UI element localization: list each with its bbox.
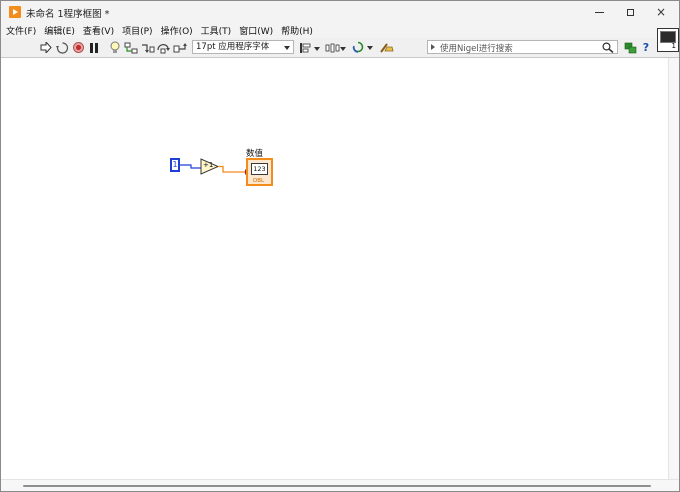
- highlight-execution-icon: [110, 41, 119, 53]
- toolbar: 17pt 应用程序字体 使用Nigel进行搜索 ?: [1, 38, 679, 58]
- highlight-execution-button[interactable]: [108, 41, 121, 54]
- clean-up-diagram-icon: [380, 42, 394, 53]
- distribute-objects-button[interactable]: [325, 41, 347, 54]
- align-objects-icon: [300, 42, 320, 53]
- menu-view[interactable]: 查看(V): [80, 24, 117, 37]
- font-selector[interactable]: 17pt 应用程序字体: [192, 40, 294, 54]
- retain-wire-values-icon: [124, 42, 138, 53]
- menu-help[interactable]: 帮助(H): [278, 24, 316, 37]
- context-help-icon: [624, 42, 636, 53]
- step-out-button[interactable]: [173, 41, 189, 54]
- step-over-icon: [157, 43, 170, 53]
- indicator-datatype: DBL: [253, 178, 265, 184]
- font-selector-value: 17pt 应用程序字体: [196, 42, 270, 52]
- distribute-objects-icon: [325, 43, 346, 52]
- numeric-constant-value: 1: [172, 160, 178, 169]
- help-button[interactable]: ?: [640, 41, 652, 54]
- horizontal-scrollbar[interactable]: [1, 479, 679, 491]
- menu-operate[interactable]: 操作(O): [158, 24, 196, 37]
- pause-icon: [90, 42, 98, 53]
- abort-icon: [73, 42, 84, 53]
- retain-wire-values-button[interactable]: [124, 41, 138, 54]
- menu-file[interactable]: 文件(F): [3, 24, 39, 37]
- title-bar: 未命名 1程序框图 * ×: [1, 1, 679, 23]
- step-into-button[interactable]: [141, 41, 155, 54]
- context-help-window-button[interactable]: [623, 41, 637, 54]
- menu-window[interactable]: 窗口(W): [236, 24, 276, 37]
- indicator-display: 123: [251, 163, 268, 175]
- abort-button[interactable]: [72, 41, 85, 54]
- vertical-scrollbar[interactable]: [668, 58, 679, 479]
- minimize-icon: [594, 11, 604, 13]
- diagram-wires-layer: [180, 158, 248, 175]
- search-placeholder: 使用Nigel进行搜索: [440, 44, 513, 54]
- step-out-icon: [173, 42, 187, 52]
- run-continuously-button[interactable]: [55, 41, 69, 54]
- search-scope-caret-icon: [431, 44, 435, 50]
- clean-up-diagram-button[interactable]: [379, 41, 395, 54]
- maximize-icon: [626, 8, 634, 16]
- menu-edit[interactable]: 编辑(E): [41, 24, 78, 37]
- chevron-down-icon: [284, 46, 290, 50]
- block-diagram-canvas[interactable]: 1 +1 数值 123 DBL: [1, 58, 668, 479]
- labview-app-icon: [9, 6, 21, 18]
- menu-bar: 文件(F) 编辑(E) 查看(V) 项目(P) 操作(O) 工具(T) 窗口(W…: [1, 23, 679, 38]
- dbl-wire-out[interactable]: [218, 165, 245, 173]
- search-icon[interactable]: [602, 42, 614, 53]
- numeric-wire-in[interactable]: [180, 164, 201, 169]
- run-arrow-icon: [40, 42, 52, 53]
- search-input[interactable]: 使用Nigel进行搜索: [427, 40, 618, 54]
- step-over-button[interactable]: [157, 41, 171, 54]
- close-button[interactable]: ×: [645, 1, 677, 23]
- menu-tools[interactable]: 工具(T): [198, 24, 235, 37]
- reorder-icon: [352, 41, 373, 53]
- close-icon: ×: [655, 5, 667, 19]
- maximize-button[interactable]: [614, 1, 646, 23]
- numeric-indicator-terminal[interactable]: 123 DBL: [246, 158, 273, 186]
- help-icon: ?: [642, 41, 650, 54]
- reorder-button[interactable]: [352, 41, 374, 54]
- vi-icon-number: 1: [671, 42, 676, 50]
- step-into-icon: [142, 43, 155, 53]
- pause-button[interactable]: [88, 41, 100, 54]
- menu-project[interactable]: 项目(P): [119, 24, 155, 37]
- vi-icon[interactable]: 1: [657, 28, 679, 52]
- align-objects-button[interactable]: [299, 41, 321, 54]
- run-button[interactable]: [39, 41, 53, 54]
- increment-symbol: +1: [203, 161, 214, 169]
- numeric-constant[interactable]: 1: [170, 158, 180, 172]
- horizontal-scrollbar-thumb[interactable]: [23, 485, 651, 487]
- minimize-button[interactable]: [583, 1, 615, 23]
- window-title: 未命名 1程序框图 *: [26, 9, 110, 20]
- labview-block-diagram-window: 未命名 1程序框图 * × 文件(F) 编辑(E) 查看(V) 项目(P) 操作…: [0, 0, 680, 492]
- run-continuously-icon: [55, 41, 68, 54]
